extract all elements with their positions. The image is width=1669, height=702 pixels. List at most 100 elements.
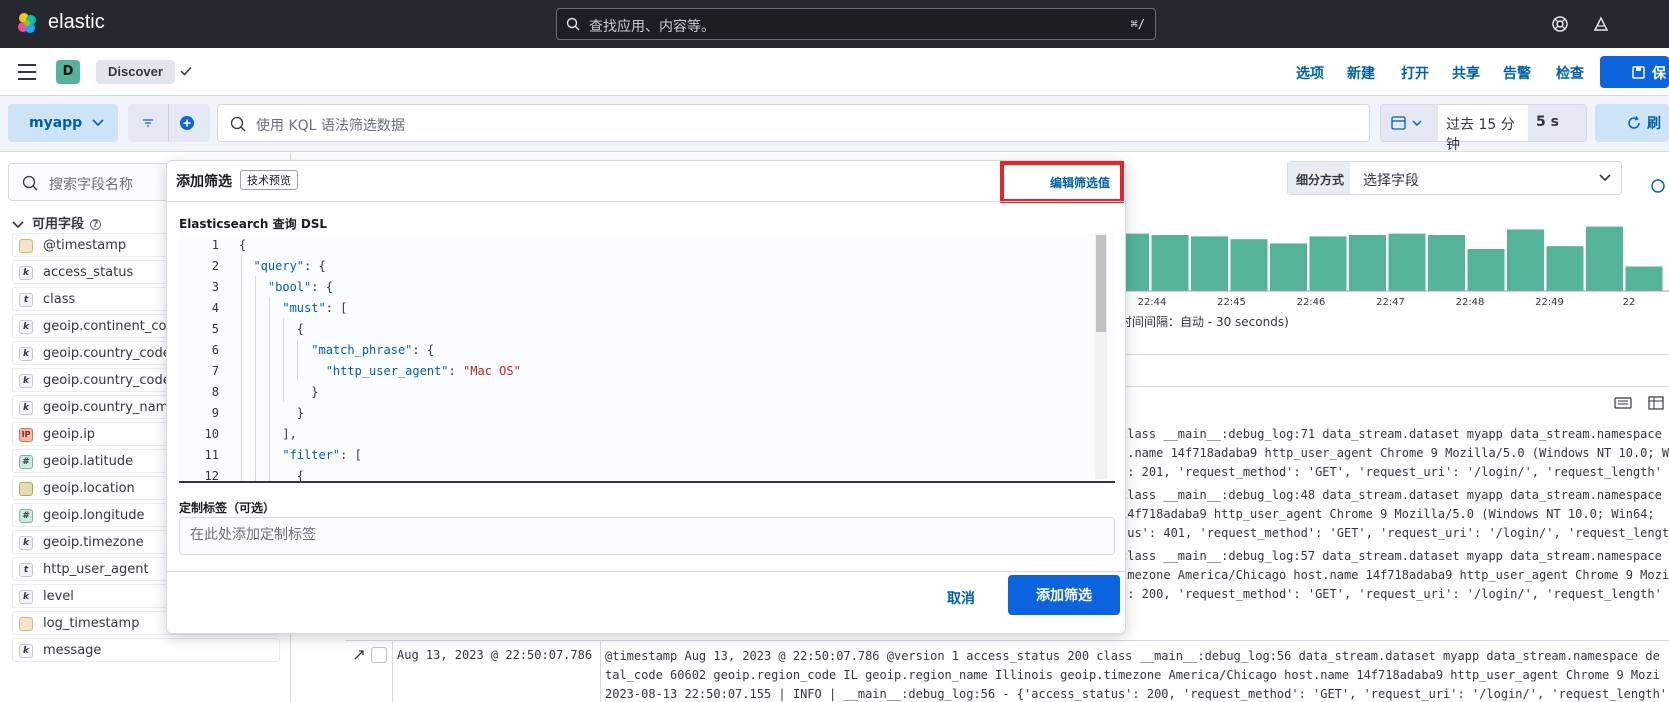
field-type-keyword-icon: k: [19, 536, 33, 550]
histogram-bar[interactable]: [1586, 226, 1623, 291]
brand-name[interactable]: elastic: [48, 11, 105, 34]
available-fields-toggle[interactable]: 可用字段?: [12, 213, 102, 232]
space-avatar[interactable]: D: [56, 60, 80, 84]
row-checkbox[interactable]: [371, 647, 387, 663]
menu-open[interactable]: 打开: [1401, 63, 1429, 83]
field-name: geoip.country_name: [43, 400, 177, 415]
menu-options[interactable]: 选项: [1296, 63, 1324, 83]
divider: [168, 104, 169, 142]
table-icon[interactable]: [1648, 396, 1664, 410]
data-view-picker[interactable]: myapp: [8, 104, 118, 142]
document-row[interactable]: class __main__:debug_log:71 data_stream.…: [1120, 425, 1669, 482]
histogram-bar[interactable]: [1191, 236, 1228, 291]
cancel-button[interactable]: 取消: [947, 588, 975, 608]
add-filter-button[interactable]: 添加筛选: [1008, 575, 1120, 615]
field-type-keyword-icon: k: [19, 374, 33, 388]
elastic-logo-icon[interactable]: [15, 11, 39, 35]
custom-label-field[interactable]: [179, 517, 1115, 555]
document-row[interactable]: class __main__:debug_log:48 data_stream.…: [1120, 486, 1669, 543]
add-filter-icon[interactable]: [179, 115, 195, 131]
field-type-date-icon: [19, 239, 33, 253]
search-icon: [566, 17, 580, 31]
code-line: {: [239, 469, 305, 483]
available-fields-label: 可用字段: [32, 217, 85, 232]
histogram-bar[interactable]: [1230, 239, 1268, 291]
custom-label-input[interactable]: [190, 527, 1090, 543]
row-source-line: 2023-08-13 22:50:07.155 | INFO | __main_…: [605, 687, 1665, 701]
refresh-interval[interactable]: 5 s: [1536, 114, 1559, 130]
line-numbers: 1 2 3 4 5 6 7 8 9 10 11 12: [179, 235, 219, 483]
x-tick-label: 22:44: [1138, 297, 1167, 308]
histogram-bar[interactable]: [1467, 249, 1505, 291]
save-button[interactable]: 保: [1600, 56, 1669, 88]
histogram-bar[interactable]: [1507, 229, 1544, 291]
indent-guide: [297, 339, 298, 381]
code-line: {: [239, 322, 305, 336]
histogram-bar[interactable]: [1428, 235, 1465, 291]
menu-inspect[interactable]: 检查: [1556, 63, 1584, 83]
edit-filter-values-link[interactable]: 编辑筛选值: [1000, 161, 1124, 203]
save-icon: [1632, 66, 1645, 79]
menu-new[interactable]: 新建: [1347, 63, 1375, 83]
field-type-text-icon: t: [19, 293, 33, 307]
kql-search-input[interactable]: 使用 KQL 语法筛选数据: [217, 104, 1370, 142]
refresh-button[interactable]: 刷: [1595, 104, 1669, 142]
histogram-bar[interactable]: [1349, 235, 1386, 291]
histogram-bar[interactable]: [1625, 266, 1663, 292]
table-row[interactable]: Aug 13, 2023 @ 22:50:07.786 @timestamp A…: [345, 640, 1669, 702]
histogram-bar[interactable]: [1151, 235, 1189, 291]
scrollbar-thumb[interactable]: [1096, 235, 1106, 332]
histogram-interval: 时间间隔：自动 - 30 seconds): [1120, 315, 1289, 329]
code-line: "filter": [: [282, 448, 362, 462]
chevron-down-icon: [92, 119, 104, 127]
code-line: "bool": {: [267, 280, 333, 294]
field-type-keyword-icon: k: [19, 320, 33, 334]
info-icon[interactable]: ?: [90, 219, 102, 230]
help-icon[interactable]: [1550, 14, 1570, 34]
global-search-input[interactable]: 查找应用、内容等。 ⌘/: [556, 8, 1156, 40]
field-type-keyword-icon: k: [19, 644, 33, 658]
time-picker[interactable]: 过去 15 分钟 5 s: [1380, 104, 1587, 153]
row-source-line: @timestamp Aug 13, 2023 @ 22:50:07.786 @…: [605, 649, 1660, 663]
histogram-bar[interactable]: [1546, 246, 1584, 291]
keyboard-icon[interactable]: [1614, 397, 1632, 409]
menu-share[interactable]: 共享: [1452, 63, 1480, 83]
code-scrollbar[interactable]: [1095, 233, 1107, 479]
menu-alerts[interactable]: 告警: [1503, 63, 1531, 83]
field-item[interactable]: k message: [12, 638, 280, 662]
divider: [1120, 386, 1669, 387]
field-name: level: [43, 589, 74, 604]
histogram-bar[interactable]: [1388, 233, 1426, 291]
line-number: 7: [211, 364, 219, 378]
calendar-icon[interactable]: [1391, 116, 1423, 130]
shortcut-hint: ⌘/: [1130, 17, 1145, 31]
document-row[interactable]: class __main__:debug_log:57 data_stream.…: [1120, 547, 1669, 604]
code-line: }: [239, 406, 305, 420]
chart-options-icon[interactable]: [1650, 178, 1666, 194]
newsfeed-icon[interactable]: [1591, 14, 1611, 34]
x-tick-label: 22:47: [1376, 297, 1405, 308]
field-name: geoip.latitude: [43, 454, 134, 469]
menu-toggle-icon[interactable]: [18, 64, 36, 80]
histogram-bar[interactable]: [1270, 243, 1307, 291]
breakdown-field-select[interactable]: 细分方式 选择字段: [1287, 161, 1622, 195]
histogram-bar[interactable]: [1309, 236, 1347, 291]
line-number: 12: [204, 469, 219, 483]
popover-title: 添加筛选: [176, 174, 232, 190]
time-range-value[interactable]: 过去 15 分钟: [1438, 105, 1528, 153]
filter-icon[interactable]: [142, 117, 154, 129]
add-filter-popover: 添加筛选 技术预览 编辑筛选值 Elasticsearch 查询 DSL 123…: [166, 160, 1126, 634]
divider: [600, 641, 601, 702]
code-line: }: [239, 385, 319, 399]
line-number: 2: [211, 259, 219, 273]
document-line: tus': 401, 'request_method': 'GET', 'req…: [1120, 526, 1669, 540]
field-name: geoip.timezone: [43, 535, 144, 550]
expand-icon[interactable]: [353, 649, 365, 661]
breadcrumb-discover[interactable]: Discover: [96, 60, 175, 84]
field-type-keyword-icon: k: [19, 590, 33, 604]
x-tick-label: 22:48: [1456, 297, 1485, 308]
x-tick-label: 22:45: [1217, 297, 1246, 308]
x-tick-label: 22:49: [1535, 297, 1564, 308]
dsl-code-editor[interactable]: 1 2 3 4 5 6 7 8 9 10 11 12 { "query": { "bool": { "…: [179, 233, 1115, 483]
dsl-label: Elasticsearch 查询 DSL: [179, 217, 328, 231]
